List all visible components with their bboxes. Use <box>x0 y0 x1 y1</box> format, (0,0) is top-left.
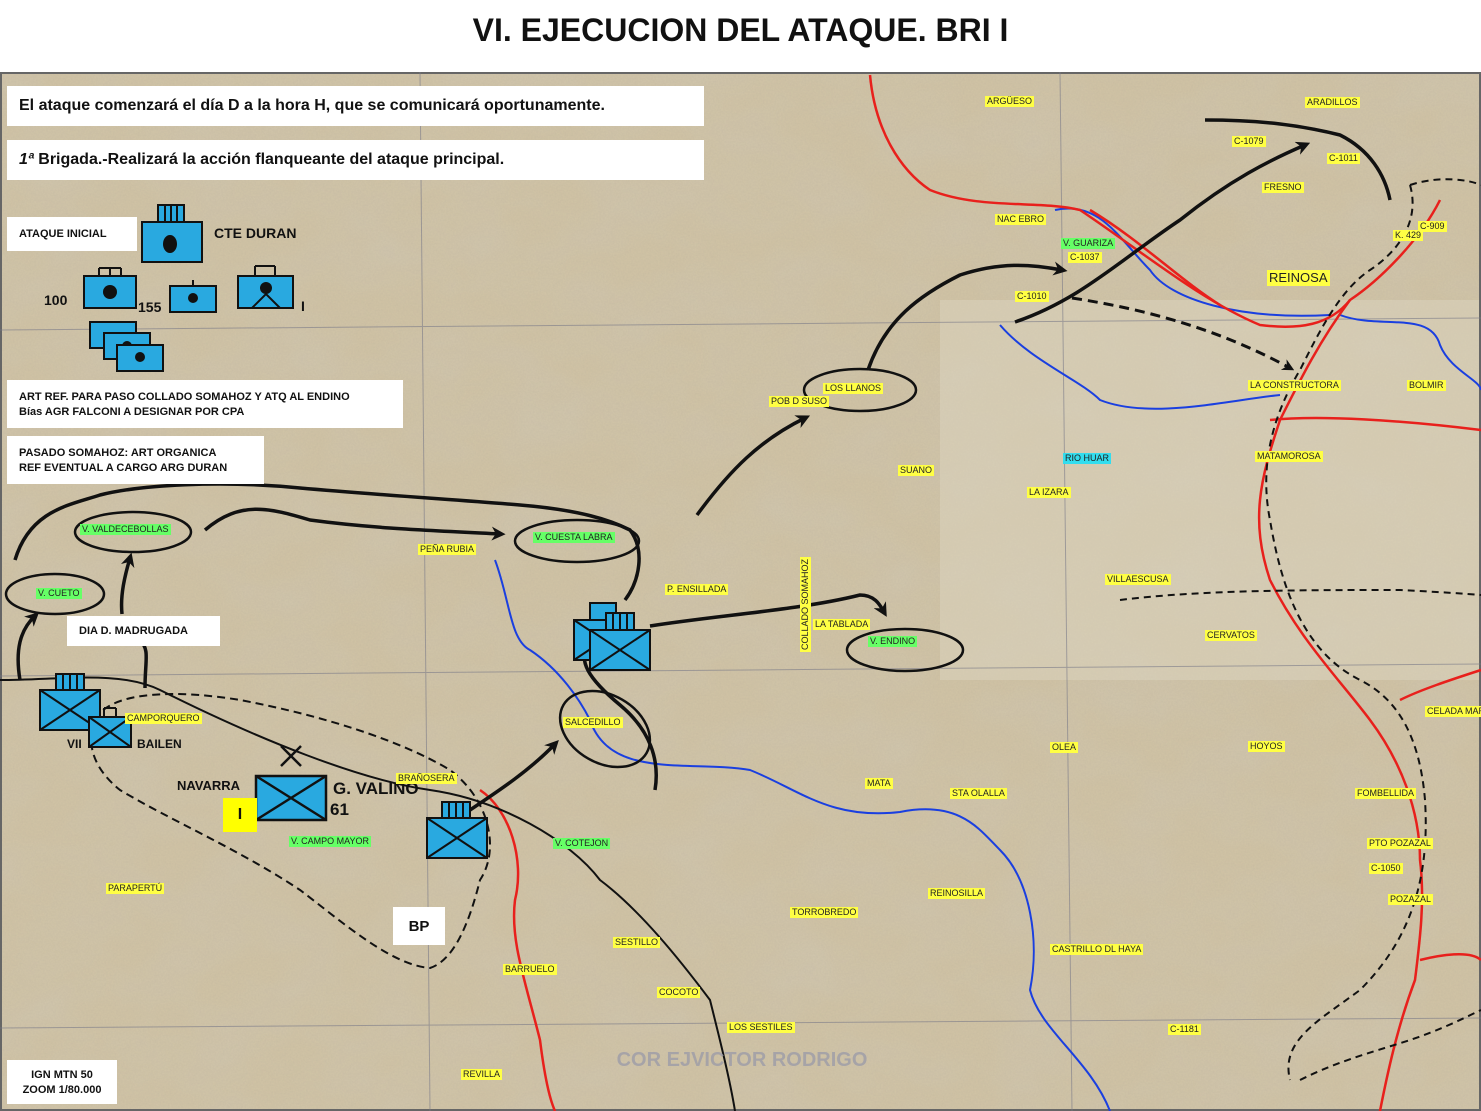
place-label: LOS SESTILES <box>727 1022 795 1033</box>
objective-label: V. CUETO <box>36 588 82 599</box>
place-label: STA OLALLA <box>950 788 1007 799</box>
place-label: C-1011 <box>1327 153 1360 164</box>
river-label: RIO HUAR <box>1063 453 1112 464</box>
ign-line1: IGN MTN 50 <box>31 1068 93 1081</box>
note-start-attack: El ataque comenzará el día D a la hora H… <box>7 86 704 126</box>
watermark: COR EJVICTOR RODRIGO <box>617 1049 868 1071</box>
objective-label: V. CUESTA LABRA <box>533 532 615 543</box>
place-label: TORROBREDO <box>790 907 859 918</box>
note-start-attack-text: El ataque comenzará el día D a la hora H… <box>19 97 605 114</box>
place-label: ARGÜESO <box>985 96 1035 107</box>
place-label: REINOSA <box>1267 270 1330 286</box>
place-label: REINOSILLA <box>928 888 986 899</box>
note-ign: IGN MTN 50 ZOOM 1/80.000 <box>7 1060 117 1104</box>
label-100: 100 <box>44 292 68 308</box>
objective-label: V. COTEJON <box>553 838 611 849</box>
note-ataque-inicial: ATAQUE INICIAL <box>7 217 137 251</box>
place-label: POB D SUSO <box>769 396 830 407</box>
place-label: C-1010 <box>1015 291 1049 302</box>
navarra-badge: I <box>223 798 257 832</box>
note-brigade-text: Brigada.-Realizará la acción flanqueante… <box>33 151 505 168</box>
place-label: MATA <box>865 778 893 789</box>
pasado-line2: REF EVENTUAL A CARGO ARG DURAN <box>19 461 228 474</box>
label-155: 155 <box>138 299 162 315</box>
art-ref-line1: ART REF. PARA PASO COLLADO SOMAHOZ Y ATQ… <box>19 390 350 403</box>
place-label: NAC EBRO <box>995 214 1047 225</box>
objective-label: SALCEDILLO <box>563 717 623 728</box>
place-label: MATAMOROSA <box>1255 451 1323 462</box>
label-i-art: I <box>301 298 305 314</box>
place-label: C-1181 <box>1168 1024 1201 1035</box>
place-label: PARAPERTÚ <box>106 883 165 894</box>
place-label: C-1037 <box>1068 252 1102 263</box>
place-label: BARRUELO <box>503 964 557 975</box>
ataque-inicial-text: ATAQUE INICIAL <box>19 228 107 240</box>
place-label: CASTRILLO DL HAYA <box>1050 944 1144 955</box>
note-brigade-ordinal: 1ª <box>19 151 34 168</box>
place-label: FOMBELLIDA <box>1355 788 1417 799</box>
place-label: OLEA <box>1050 742 1079 753</box>
place-label: P. ENSILLADA <box>665 584 729 595</box>
note-dia-d: DIA D. MADRUGADA <box>67 616 220 646</box>
place-label: K. 429 <box>1393 230 1424 241</box>
place-label: FRESNO <box>1262 182 1304 193</box>
place-label: BOLMIR <box>1407 380 1446 391</box>
place-label: SUANO <box>898 465 935 476</box>
place-label: PTO POZAZAL <box>1367 838 1433 849</box>
art-ref-line2: Bías AGR FALCONI A DESIGNAR POR CPA <box>19 405 245 418</box>
ign-line2: ZOOM 1/80.000 <box>22 1083 102 1096</box>
collado-somahoz-label: COLLADO SOMAHOZ <box>800 556 811 652</box>
place-label: CAMPORQUERO <box>125 713 202 724</box>
label-bailen: BAILEN <box>137 737 182 751</box>
note-art-ref: ART REF. PARA PASO COLLADO SOMAHOZ Y ATQ… <box>7 380 403 428</box>
note-brigade: 1ª Brigada.-Realizará la acción flanquea… <box>7 140 704 180</box>
place-label: SESTILLO <box>613 937 661 948</box>
objective-label: V. CAMPO MAYOR <box>289 836 372 847</box>
place-label: PEÑA RUBIA <box>418 544 477 555</box>
place-label: CERVATOS <box>1205 630 1257 641</box>
label-navarra: NAVARRA <box>177 778 241 793</box>
place-label: ARADILLOS <box>1305 97 1360 108</box>
place-label: COCOTO <box>657 987 701 998</box>
bp-text: BP <box>408 917 430 935</box>
place-label: LA CONSTRUCTORA <box>1248 380 1341 391</box>
objective-label: V. GUARIZA <box>1061 238 1116 249</box>
place-label: LOS LLANOS <box>823 383 884 394</box>
place-label: BRAÑOSERA <box>396 773 457 784</box>
lowland-area <box>940 300 1481 680</box>
place-label: HOYOS <box>1248 741 1285 752</box>
label-61: 61 <box>330 800 349 819</box>
place-label: LA TABLADA <box>813 619 871 630</box>
place-label: CELADA MARLANTES <box>1425 706 1481 717</box>
label-cte-duran: CTE DURAN <box>214 225 297 241</box>
place-label: C-1079 <box>1232 136 1266 147</box>
objective-label: V. VALDECEBOLLAS <box>80 524 171 535</box>
place-label: POZAZAL <box>1388 894 1434 905</box>
note-pasado-somahoz: PASADO SOMAHOZ: ART ORGANICA REF EVENTUA… <box>7 436 264 484</box>
objective-label: V. ENDINO <box>868 636 918 647</box>
place-label: REVILLA <box>461 1069 503 1080</box>
note-bp: BP <box>393 907 445 945</box>
dia-d-text: DIA D. MADRUGADA <box>79 625 188 637</box>
map-title: VI. EJECUCION DEL ATAQUE. BRI I <box>472 12 1009 48</box>
pasado-line1: PASADO SOMAHOZ: ART ORGANICA <box>19 446 217 459</box>
place-label: C-1050 <box>1369 863 1403 874</box>
place-label: LA IZARA <box>1027 487 1071 498</box>
label-vii: VII <box>67 737 82 751</box>
place-label: VILLAESCUSA <box>1105 574 1171 585</box>
